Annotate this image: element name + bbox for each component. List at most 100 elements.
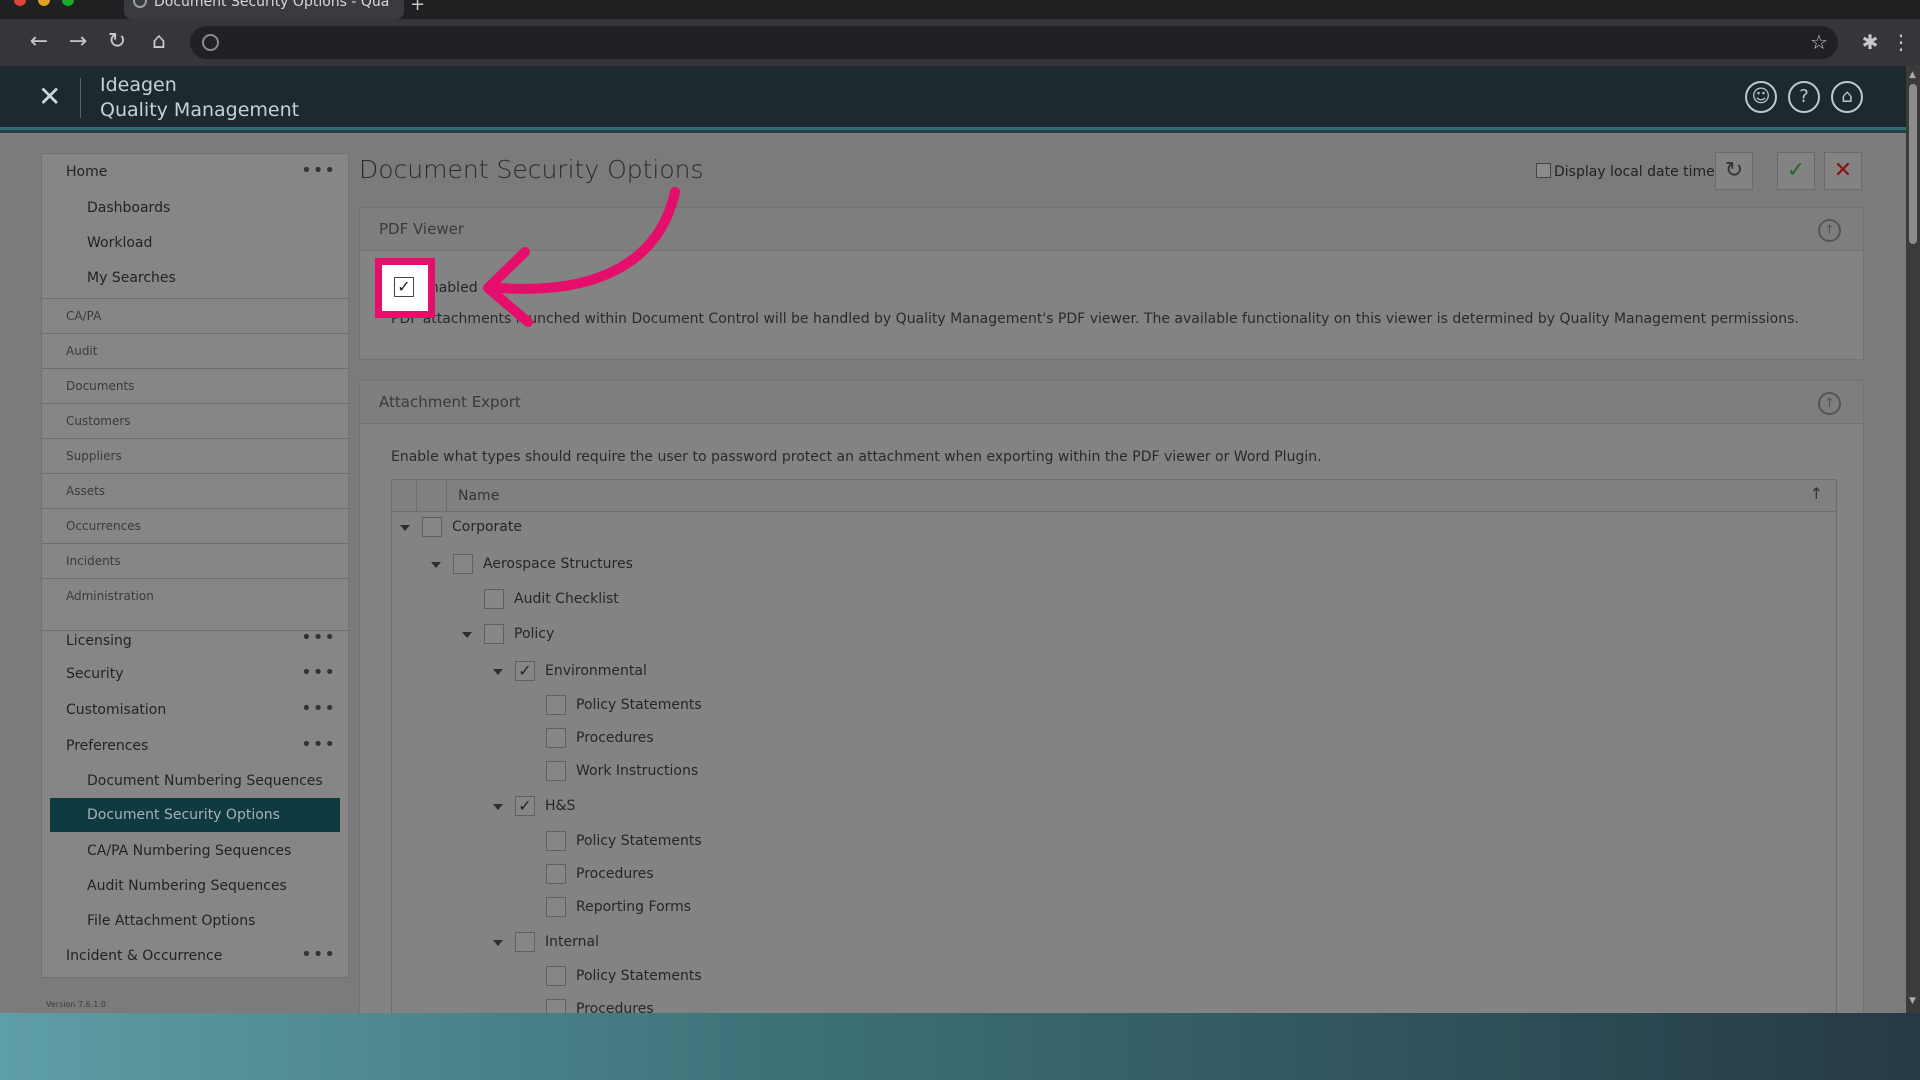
sidebar-item-document-security-options[interactable]: Document Security Options bbox=[50, 798, 340, 832]
sidebar-section-administration[interactable]: Administration bbox=[42, 578, 350, 613]
sidebar-section-incidents[interactable]: Incidents bbox=[42, 543, 350, 578]
window-close-icon[interactable] bbox=[14, 0, 26, 6]
expand-caret-icon[interactable] bbox=[493, 669, 503, 675]
grid-header: Name ↑ bbox=[392, 480, 1836, 512]
window-maximize-icon[interactable] bbox=[62, 0, 74, 6]
window-minimize-icon[interactable] bbox=[38, 0, 50, 6]
help-icon[interactable]: ? bbox=[1788, 81, 1820, 113]
expand-caret-icon[interactable] bbox=[493, 940, 503, 946]
save-button[interactable]: ✓ bbox=[1777, 152, 1815, 190]
user-profile-icon[interactable]: ☺ bbox=[1745, 81, 1777, 113]
page-scrollbar[interactable]: ▲ ▼ bbox=[1906, 66, 1920, 1013]
tree-item-checkbox[interactable] bbox=[546, 695, 566, 715]
attachment-export-panel: Attachment Export ↑ Enable what types sh… bbox=[359, 380, 1864, 1013]
sort-arrow-icon[interactable]: ↑ bbox=[1810, 484, 1823, 503]
close-icon[interactable]: ✕ bbox=[38, 80, 61, 113]
scroll-up-icon[interactable]: ▲ bbox=[1909, 70, 1916, 80]
tree-row: Procedures bbox=[392, 864, 1832, 888]
address-bar[interactable] bbox=[190, 26, 1838, 59]
home-icon[interactable]: ⌂ bbox=[146, 29, 172, 55]
tree-item-checkbox[interactable] bbox=[546, 864, 566, 884]
sidebar-section-occurrences[interactable]: Occurrences bbox=[42, 508, 350, 543]
tree-item-label: Aerospace Structures bbox=[483, 556, 633, 572]
more-options-icon[interactable]: ••• bbox=[301, 734, 336, 755]
more-options-icon[interactable]: ••• bbox=[301, 698, 336, 719]
expand-caret-icon[interactable] bbox=[400, 525, 410, 531]
sidebar-nav: Home ••• Dashboards Workload My Searches… bbox=[41, 153, 350, 978]
site-info-icon[interactable] bbox=[202, 34, 219, 51]
tree-item-checkbox[interactable] bbox=[546, 728, 566, 748]
attachment-export-description: Enable what types should require the use… bbox=[391, 449, 1322, 465]
tree-item-label: Internal bbox=[545, 934, 599, 950]
new-tab-button[interactable]: + bbox=[410, 0, 425, 15]
tree-item-label: H&S bbox=[545, 798, 576, 814]
collapse-icon[interactable]: ↑ bbox=[1818, 219, 1841, 242]
checkbox[interactable] bbox=[1536, 163, 1551, 178]
expand-caret-icon[interactable] bbox=[431, 562, 441, 568]
tree-item-checkbox[interactable] bbox=[546, 966, 566, 986]
extensions-puzzle-icon[interactable]: ✱ bbox=[1857, 29, 1883, 55]
more-options-icon[interactable]: ••• bbox=[301, 160, 336, 181]
collapse-icon[interactable]: ↑ bbox=[1818, 392, 1841, 415]
sidebar-item-label: My Searches bbox=[87, 270, 176, 286]
annotation-arrow-icon bbox=[483, 187, 680, 327]
app-header: ✕ Ideagen Quality Management ☺ ? ⌂ bbox=[0, 66, 1906, 130]
tree-item-checkbox[interactable] bbox=[546, 831, 566, 851]
select-column bbox=[417, 480, 447, 512]
document-type-tree-grid: Name ↑ Corporate Aerospace Structures Audi… bbox=[391, 479, 1837, 1013]
sidebar-section-customers[interactable]: Customers bbox=[42, 403, 350, 438]
back-arrow-icon[interactable]: ← bbox=[26, 29, 52, 55]
sidebar-item-label: Document Numbering Sequences bbox=[87, 773, 323, 789]
more-options-icon[interactable]: ••• bbox=[301, 944, 336, 965]
cancel-button[interactable]: ✕ bbox=[1824, 152, 1862, 190]
tree-item-checkbox[interactable] bbox=[546, 761, 566, 781]
product-name: Quality Management bbox=[100, 99, 300, 121]
forward-arrow-icon[interactable]: → bbox=[65, 29, 91, 55]
browser-menu-icon[interactable]: ⋮ bbox=[1888, 29, 1914, 55]
panel-title: Attachment Export bbox=[379, 393, 521, 411]
scrollbar-thumb[interactable] bbox=[1909, 84, 1917, 244]
more-options-icon[interactable]: ••• bbox=[301, 627, 336, 648]
sidebar-section-assets[interactable]: Assets bbox=[42, 473, 350, 508]
tree-item-checkbox[interactable] bbox=[546, 897, 566, 917]
display-local-date-toggle[interactable]: Display local date time bbox=[1536, 163, 1715, 180]
tree-item-label: Environmental bbox=[545, 663, 647, 679]
sidebar-section-suppliers[interactable]: Suppliers bbox=[42, 438, 350, 473]
pdf-viewer-enabled-checkbox[interactable]: ✓ bbox=[394, 277, 414, 297]
tree-item-checkbox[interactable]: ✓ bbox=[515, 796, 535, 816]
tree-item-checkbox[interactable] bbox=[422, 517, 442, 537]
tree-item-label: Policy bbox=[514, 626, 555, 642]
scroll-down-icon[interactable]: ▼ bbox=[1909, 996, 1916, 1006]
column-header-name[interactable]: Name bbox=[458, 488, 499, 504]
footer-band bbox=[0, 1013, 1920, 1080]
sidebar-item-label: Licensing bbox=[66, 633, 132, 649]
tree-item-checkbox[interactable] bbox=[484, 589, 504, 609]
sidebar-section-audit[interactable]: Audit bbox=[42, 333, 350, 368]
tree-item-checkbox[interactable]: ✓ bbox=[515, 661, 535, 681]
sidebar-item-licensing[interactable]: Licensing ••• bbox=[42, 627, 350, 649]
reload-icon[interactable]: ↻ bbox=[104, 29, 130, 55]
tree-item-checkbox[interactable] bbox=[484, 624, 504, 644]
home-icon[interactable]: ⌂ bbox=[1831, 81, 1863, 113]
refresh-button[interactable]: ↻ bbox=[1715, 152, 1753, 190]
tree-row: Policy Statements bbox=[392, 695, 1832, 719]
highlight-box: ✓ bbox=[375, 258, 435, 318]
sidebar-item-label: File Attachment Options bbox=[87, 913, 256, 929]
expand-column bbox=[392, 480, 417, 512]
expand-caret-icon[interactable] bbox=[493, 804, 503, 810]
browser-tab[interactable]: Document Security Options - Qua bbox=[124, 0, 404, 19]
expand-caret-icon[interactable] bbox=[462, 632, 472, 638]
more-options-icon[interactable]: ••• bbox=[301, 662, 336, 683]
tree-item-checkbox[interactable] bbox=[546, 999, 566, 1013]
tree-row: Reporting Forms bbox=[392, 897, 1832, 921]
panel-title: PDF Viewer bbox=[379, 220, 464, 238]
tree-row: Policy Statements bbox=[392, 831, 1832, 855]
tree-item-checkbox[interactable] bbox=[515, 932, 535, 952]
sidebar-section-documents[interactable]: Documents bbox=[42, 368, 350, 403]
sidebar-item-label: Workload bbox=[87, 235, 153, 251]
sidebar-section-capa[interactable]: CA/PA bbox=[42, 298, 350, 333]
bookmark-star-icon[interactable]: ☆ bbox=[1806, 29, 1832, 55]
tree-item-checkbox[interactable] bbox=[453, 554, 473, 574]
sidebar-item-label: Audit Numbering Sequences bbox=[87, 878, 287, 894]
tree-row: Work Instructions bbox=[392, 761, 1832, 785]
